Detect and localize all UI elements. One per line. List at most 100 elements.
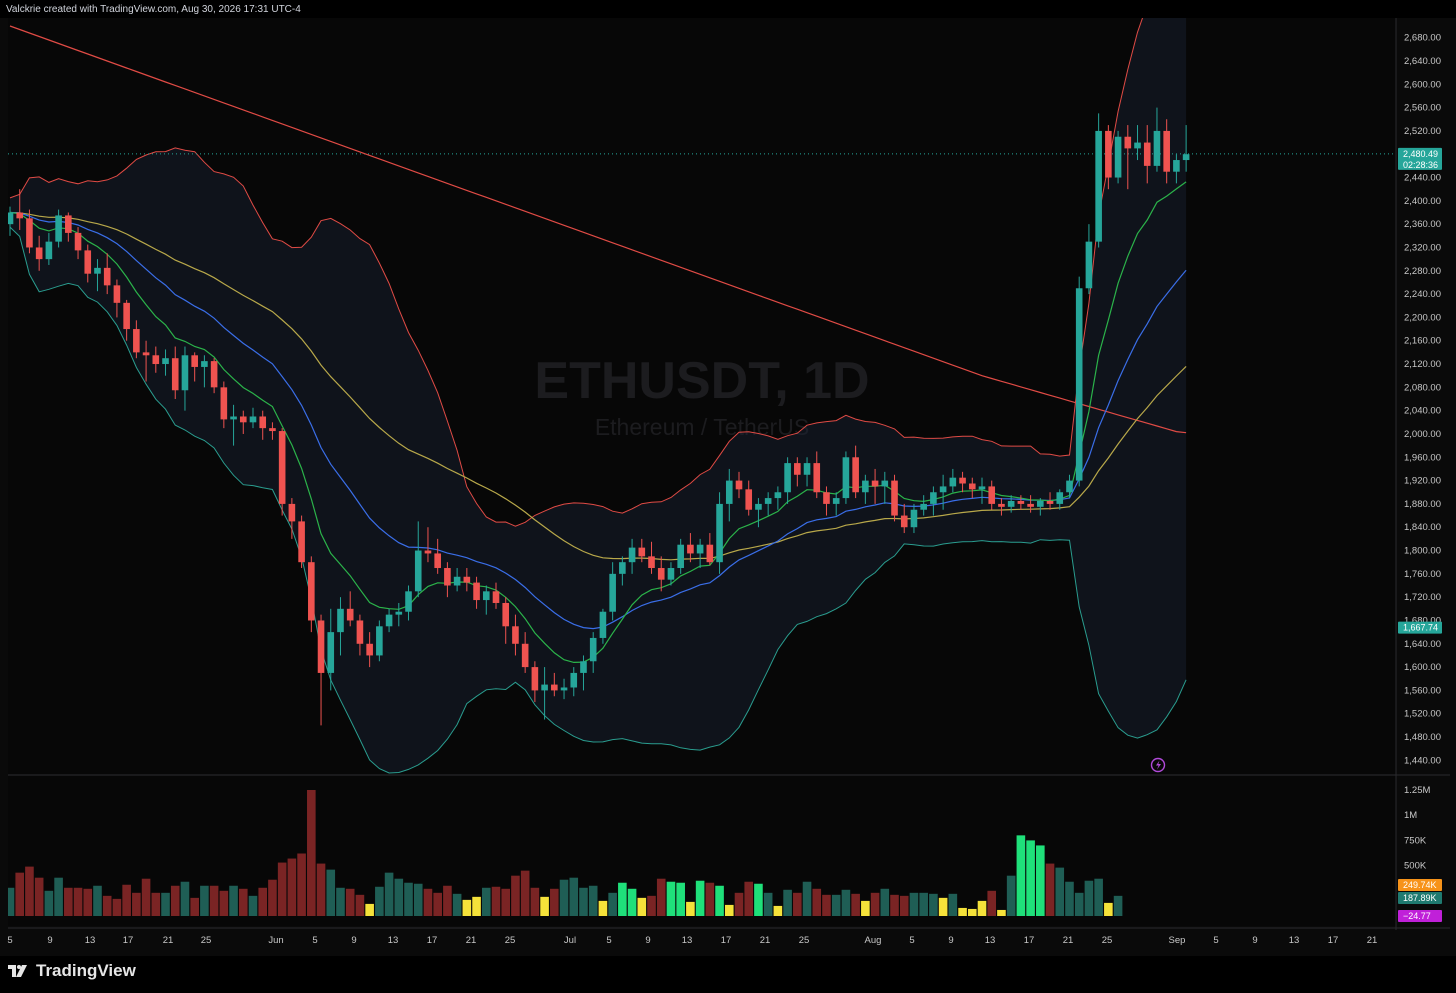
candle — [376, 620, 383, 662]
volume-bar — [180, 881, 190, 916]
brand-name: TradingView — [36, 961, 136, 980]
volume-tick: 750K — [1404, 835, 1427, 846]
price-tick: 1,720.00 — [1404, 592, 1441, 603]
volume-bar — [861, 900, 870, 916]
chart-panel[interactable]: ETHUSDT, 1D Ethereum / TetherUS 2,680.00… — [0, 18, 1456, 956]
volume-bar — [209, 885, 219, 916]
time-tick: 5 — [312, 935, 317, 946]
price-tick: 1,520.00 — [1404, 709, 1441, 720]
volume-bar — [365, 903, 374, 916]
volume-bar — [151, 892, 161, 916]
volume-bar — [851, 893, 860, 916]
price-tick: 2,520.00 — [1404, 126, 1441, 137]
volume-bar — [540, 896, 549, 916]
time-tick: 9 — [645, 935, 650, 946]
volume-bar — [1055, 867, 1065, 916]
price-tick: 2,440.00 — [1404, 173, 1441, 184]
volume-bar — [297, 853, 306, 916]
price-tick: 2,240.00 — [1404, 289, 1441, 300]
time-tick: 21 — [1367, 935, 1378, 946]
volume-bar — [1065, 881, 1074, 916]
time-axis[interactable]: 5 9 13 17 21 25 Jun 5 9 13 17 21 25 Jul 5 9 13 17 21 25 Aug 5… — [7, 935, 1377, 946]
price-tick: 2,080.00 — [1404, 382, 1441, 393]
time-tick: 13 — [985, 935, 996, 946]
volume-bar — [831, 894, 841, 916]
price-tick: 2,400.00 — [1404, 196, 1441, 207]
candle — [1075, 276, 1083, 487]
time-tick: 17 — [1328, 935, 1339, 946]
volume-bar — [812, 888, 822, 916]
svg-text:1,667.74: 1,667.74 — [1403, 623, 1438, 633]
price-tick: 1,560.00 — [1404, 685, 1441, 696]
volume-bar — [880, 888, 890, 916]
volume-bar — [219, 890, 229, 916]
price-tick: 2,160.00 — [1404, 336, 1441, 347]
volume-bar — [802, 881, 812, 916]
volume-bar — [559, 879, 569, 916]
volume-bar — [1016, 835, 1026, 916]
volume-bar — [307, 790, 316, 916]
time-tick: Jul — [564, 935, 576, 946]
volume-bar — [54, 877, 63, 916]
volume-bar — [25, 866, 34, 916]
volume-bar — [890, 894, 899, 916]
volume-bar — [83, 888, 93, 916]
watermark-description: Ethereum / TetherUS — [595, 414, 809, 440]
volume-bar — [1074, 892, 1084, 916]
volume-bar — [472, 896, 481, 916]
volume-bar — [491, 886, 501, 916]
volume-bar — [530, 887, 540, 916]
price-tick: 1,760.00 — [1404, 569, 1441, 580]
volume-bar — [413, 883, 423, 916]
volume-bar — [122, 884, 131, 916]
volume-bar — [958, 907, 967, 916]
price-tick: 1,480.00 — [1404, 732, 1441, 743]
volume-bar — [170, 885, 180, 916]
volume-bar — [686, 901, 695, 916]
volume-bar — [579, 887, 588, 916]
time-tick: 17 — [123, 935, 134, 946]
volume-bar — [345, 888, 355, 916]
volume-bar — [1045, 863, 1055, 916]
time-tick: 25 — [505, 935, 516, 946]
volume-bar — [656, 878, 666, 916]
time-tick: Jun — [268, 935, 283, 946]
volume-bar — [870, 892, 880, 916]
price-tick: 2,640.00 — [1404, 56, 1441, 67]
price-tick: 2,600.00 — [1404, 79, 1441, 90]
time-tick: 5 — [909, 935, 914, 946]
volume-bar — [783, 889, 792, 916]
volume-bar — [929, 893, 938, 916]
volume-bar — [394, 878, 404, 916]
tradingview-logo[interactable]: TradingView — [8, 961, 136, 981]
volume-bar — [899, 895, 909, 916]
volume-bar — [987, 890, 997, 916]
volume-bar — [141, 878, 151, 916]
volume-tick: 1M — [1404, 810, 1417, 821]
price-axis[interactable]: 2,680.00 2,640.00 2,600.00 2,560.00 2,520.00… — [1404, 33, 1441, 767]
volume-bar — [511, 875, 520, 916]
last-price-badge: 2,480.4902:28:36 — [1398, 147, 1442, 170]
candle — [1095, 113, 1102, 248]
volume-bar — [462, 899, 472, 916]
volume-bar — [248, 895, 258, 916]
price-tick: 2,040.00 — [1404, 406, 1441, 417]
volume-bar — [277, 862, 287, 916]
price-tick: 2,680.00 — [1404, 33, 1441, 44]
volume-bar — [647, 895, 656, 916]
time-tick: 17 — [721, 935, 732, 946]
candle — [842, 451, 850, 504]
volume-bar — [64, 887, 73, 916]
volume-bar — [822, 894, 831, 916]
volume-bar — [326, 869, 336, 916]
volume-bar — [1026, 840, 1035, 916]
candle — [278, 428, 286, 516]
price-chart[interactable]: ETHUSDT, 1D Ethereum / TetherUS 2,680.00… — [0, 18, 1456, 956]
volume-bar — [948, 893, 958, 916]
time-tick: 21 — [1063, 935, 1074, 946]
volume-bar — [967, 908, 977, 916]
volume-bar — [132, 892, 141, 916]
svg-text:−24.77: −24.77 — [1403, 911, 1431, 921]
volume-bar — [841, 889, 851, 916]
volume-bar — [1084, 880, 1094, 916]
